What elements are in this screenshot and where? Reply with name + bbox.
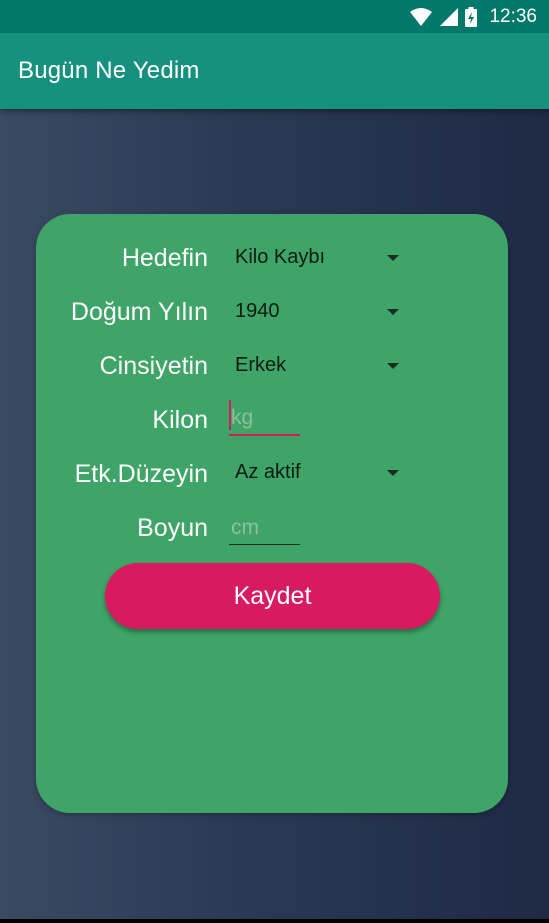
- status-icons: 12:36: [409, 6, 537, 28]
- wifi-icon: [410, 8, 433, 26]
- goal-spinner[interactable]: Kilo Kaybı: [235, 242, 405, 274]
- app-bar: Bugün Ne Yedim: [0, 33, 549, 109]
- app-title: Bugün Ne Yedim: [18, 57, 200, 84]
- height-input[interactable]: [229, 511, 300, 545]
- gender-spinner-value: Erkek: [235, 354, 287, 376]
- status-time: 12:36: [489, 6, 537, 27]
- activity-level-label: Etk.Düzeyin: [74, 460, 208, 488]
- birth-year-dropdown-icon[interactable]: [387, 309, 399, 315]
- activity-level-spinner-value: Az aktif: [235, 461, 301, 483]
- height-label: Boyun: [137, 514, 208, 542]
- gender-dropdown-icon[interactable]: [387, 363, 399, 369]
- weight-label: Kilon: [152, 406, 208, 434]
- birth-year-spinner-value: 1940: [235, 300, 280, 322]
- activity-level-dropdown-icon[interactable]: [387, 470, 399, 476]
- gender-spinner[interactable]: Erkek: [235, 350, 405, 382]
- profile-form-card: Hedefin Kilo Kaybı Doğum Yılın 1940 Cins…: [36, 214, 508, 813]
- goal-label: Hedefin: [121, 244, 208, 272]
- goal-spinner-value: Kilo Kaybı: [235, 246, 326, 268]
- activity-level-spinner[interactable]: Az aktif: [235, 457, 405, 489]
- birth-year-label: Doğum Yılın: [70, 298, 208, 326]
- status-bar: 12:36: [0, 0, 549, 33]
- battery-icon: [465, 7, 478, 27]
- goal-dropdown-icon[interactable]: [387, 255, 399, 261]
- weight-input[interactable]: [229, 402, 300, 436]
- content-area: Hedefin Kilo Kaybı Doğum Yılın 1940 Cins…: [0, 109, 549, 923]
- bottom-edge: [0, 919, 549, 923]
- birth-year-spinner[interactable]: 1940: [235, 296, 405, 328]
- gender-label: Cinsiyetin: [99, 352, 208, 380]
- save-button[interactable]: Kaydet: [105, 563, 440, 629]
- signal-icon: [440, 8, 459, 26]
